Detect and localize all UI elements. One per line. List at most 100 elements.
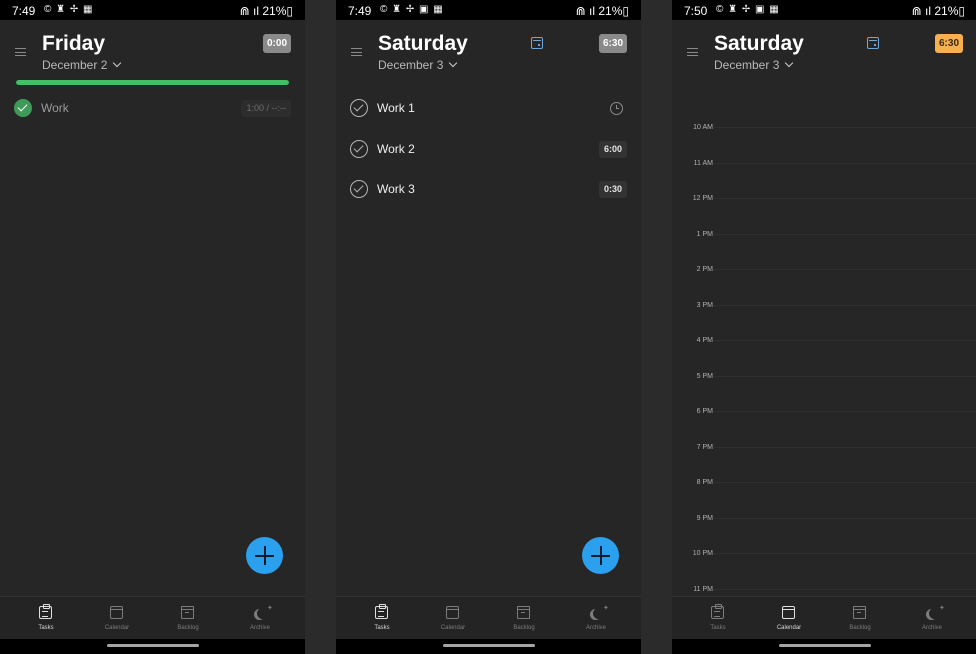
hour-row[interactable]: 9 PM <box>672 515 976 529</box>
nav-label: Backlog <box>177 625 199 631</box>
hour-row[interactable]: 10 AM <box>672 124 976 138</box>
add-task-button[interactable] <box>246 537 283 574</box>
nav-label: Archive <box>249 625 270 631</box>
date-selector[interactable]: December 2 <box>42 58 122 72</box>
calendar-jump-icon[interactable] <box>867 37 879 49</box>
hour-label: 12 PM <box>692 195 713 202</box>
hour-gridline <box>714 553 976 554</box>
nav-label: Archive <box>585 625 606 631</box>
nav-item-backlog[interactable]: Backlog <box>822 597 898 640</box>
hour-gridline <box>714 517 976 519</box>
nav-item-calendar[interactable]: Calendar <box>751 597 827 640</box>
duration-pill[interactable]: 6:00 <box>598 141 627 158</box>
hour-gridline <box>714 162 976 164</box>
checked-circle-icon[interactable] <box>14 99 32 117</box>
menu-icon[interactable] <box>15 48 26 56</box>
backlog-icon <box>181 606 194 619</box>
task-row[interactable]: Work 3 0:30 <box>350 178 627 204</box>
hour-row[interactable]: 10 PM <box>672 550 976 564</box>
hour-label: 10 PM <box>692 550 713 557</box>
hour-label: 4 PM <box>696 337 713 344</box>
task-name: Work 3 <box>377 182 415 196</box>
nav-label: Tasks <box>374 625 390 631</box>
hour-row[interactable]: 8 PM <box>672 479 976 493</box>
hour-gridline <box>714 482 976 483</box>
hour-row[interactable]: 11 AM <box>672 160 976 174</box>
home-indicator[interactable] <box>107 644 199 647</box>
duration-pill[interactable]: 0:30 <box>598 181 627 198</box>
notification-icons: © ♜ ✢ ▣ ▦ <box>716 4 780 15</box>
status-bar: 7:50 © ♜ ✢ ▣ ▦ ⋒ ıl 21%▯ <box>672 0 976 20</box>
calendar-icon <box>446 606 459 619</box>
day-progress-bar <box>16 80 289 85</box>
duration-pill[interactable]: 1:00 / --:-- <box>241 100 291 117</box>
hour-label: 5 PM <box>696 372 713 380</box>
backlog-icon <box>853 606 866 619</box>
tasks-icon <box>39 604 52 619</box>
status-time: 7:50 <box>684 4 708 18</box>
nav-label: Calendar <box>104 625 130 631</box>
nav-item-calendar[interactable]: Calendar <box>415 597 491 640</box>
date-label: December 3 <box>714 58 780 72</box>
progress-fill <box>16 80 289 85</box>
hour-row[interactable]: 6 PM <box>672 408 976 422</box>
timer-badge[interactable]: 6:30 <box>935 34 963 53</box>
nav-item-calendar[interactable]: Calendar <box>79 597 155 640</box>
tasks-icon <box>711 604 724 619</box>
hour-label: 3 PM <box>696 301 713 309</box>
nav-item-tasks[interactable]: Tasks <box>8 597 84 640</box>
hour-row[interactable]: 2 PM <box>672 266 976 280</box>
check-circle-icon[interactable] <box>350 180 368 198</box>
nav-item-tasks[interactable]: Tasks <box>680 597 756 640</box>
nav-label: Calendar <box>776 625 802 631</box>
check-circle-icon[interactable] <box>350 140 368 158</box>
menu-icon[interactable] <box>687 48 698 56</box>
nav-item-archive[interactable]: ✦ Archive <box>222 597 298 640</box>
battery-status: ⋒ ıl 21%▯ <box>575 4 629 18</box>
page-title: Saturday <box>714 32 804 55</box>
battery-status: ⋒ ıl 21%▯ <box>911 4 965 18</box>
nav-item-backlog[interactable]: Backlog <box>486 597 562 640</box>
clock-icon[interactable] <box>610 102 623 115</box>
hour-row[interactable]: 12 PM <box>672 195 976 209</box>
hour-gridline <box>714 340 976 341</box>
calendar-jump-icon[interactable] <box>531 37 543 49</box>
menu-icon[interactable] <box>351 48 362 56</box>
task-row[interactable]: Work 2 6:00 <box>350 138 627 164</box>
hour-label: 11 AM <box>693 159 713 167</box>
hour-label: 9 PM <box>696 514 713 522</box>
battery-status: ⋒ ıl 21%▯ <box>239 4 293 18</box>
hour-label: 7 PM <box>696 443 713 451</box>
notification-icons: © ♜ ✢ ▦ <box>44 4 94 15</box>
sparkle-icon: ✦ <box>267 605 273 612</box>
check-circle-icon[interactable] <box>350 99 368 117</box>
calendar-icon <box>782 606 795 619</box>
chevron-down-icon <box>113 58 122 68</box>
hour-row[interactable]: 1 PM <box>672 231 976 245</box>
add-task-button[interactable] <box>582 537 619 574</box>
hour-row[interactable]: 4 PM <box>672 337 976 351</box>
chevron-down-icon <box>449 58 458 68</box>
task-row[interactable]: Work 1:00 / --:-- <box>14 97 291 123</box>
nav-item-archive[interactable]: ✦ Archive <box>894 597 970 640</box>
page-title: Friday <box>42 32 106 55</box>
hour-label: 11 PM <box>693 585 713 593</box>
date-selector[interactable]: December 3 <box>714 58 794 72</box>
hour-row[interactable]: 5 PM <box>672 373 976 387</box>
bottom-nav: Tasks Calendar Backlog ✦ Archive <box>336 596 641 639</box>
nav-label: Tasks <box>710 625 726 631</box>
hour-row[interactable]: 3 PM <box>672 302 976 316</box>
home-indicator[interactable] <box>779 644 871 647</box>
task-row[interactable]: Work 1 <box>350 97 627 123</box>
nav-item-archive[interactable]: ✦ Archive <box>558 597 634 640</box>
home-indicator[interactable] <box>443 644 535 647</box>
nav-item-tasks[interactable]: Tasks <box>344 597 420 640</box>
timer-badge[interactable]: 0:00 <box>263 34 291 53</box>
date-selector[interactable]: December 3 <box>378 58 458 72</box>
hour-row[interactable]: 7 PM <box>672 444 976 458</box>
hour-gridline <box>714 375 976 377</box>
nav-item-backlog[interactable]: Backlog <box>150 597 226 640</box>
hour-gridline <box>714 588 976 590</box>
bottom-nav: Tasks Calendar Backlog ✦ Archive <box>0 596 305 639</box>
timer-badge[interactable]: 6:30 <box>599 34 627 53</box>
